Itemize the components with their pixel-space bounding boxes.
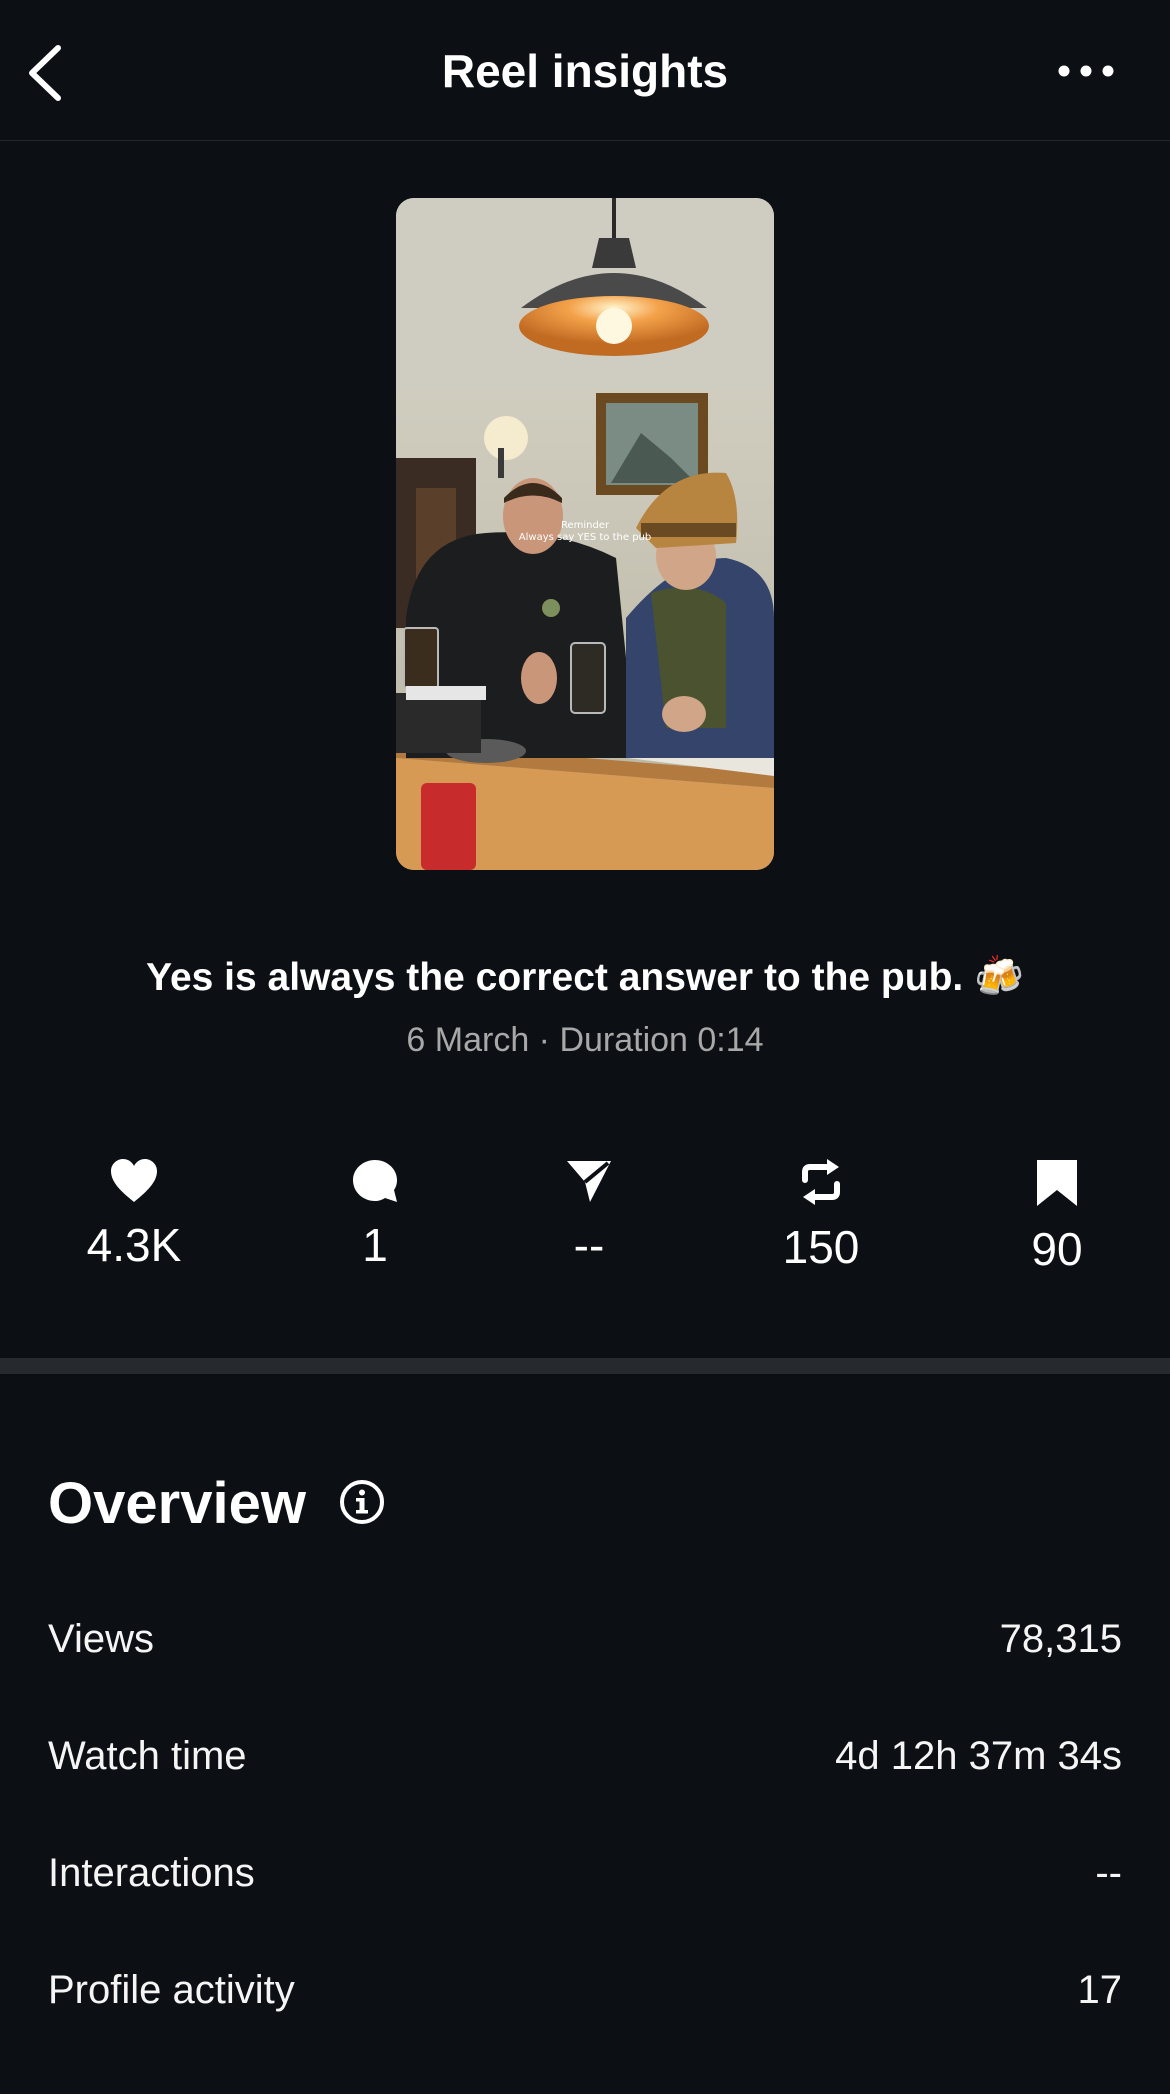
row-label: Watch time xyxy=(48,1734,247,1778)
shares-stat: -- xyxy=(509,1158,669,1272)
likes-stat: 4.3K xyxy=(54,1158,214,1272)
comments-count: 1 xyxy=(362,1219,388,1271)
overview-heading: Overview xyxy=(48,1471,306,1536)
row-value: 4d 12h 37m 34s xyxy=(835,1734,1122,1778)
send-icon xyxy=(567,1161,611,1202)
overview-row-profile-activity[interactable]: Profile activity 17 xyxy=(48,1968,1122,2028)
likes-count: 4.3K xyxy=(86,1219,182,1271)
beer-mugs-emoji: 🍻 xyxy=(974,954,1024,1000)
page-title: Reel insights xyxy=(441,45,729,97)
top-bar: Reel insights xyxy=(0,0,1170,141)
reel-overlay-text: Reminder Always say YES to the pub xyxy=(518,520,652,543)
comment-icon xyxy=(353,1160,397,1202)
caption-text: Yes is always the correct answer to the … xyxy=(146,956,964,999)
shares-count: -- xyxy=(573,1219,605,1271)
row-label: Interactions xyxy=(48,1851,255,1895)
reel-caption: Yes is always the correct answer to the … xyxy=(0,953,1170,1000)
comments-stat: 1 xyxy=(295,1158,455,1272)
reposts-stat: 150 xyxy=(741,1158,901,1274)
overview-row-views[interactable]: Views 78,315 xyxy=(48,1617,1122,1677)
row-label: Profile activity xyxy=(48,1968,295,2012)
row-value: 78,315 xyxy=(999,1617,1122,1661)
more-horizontal-icon xyxy=(1058,65,1114,77)
saves-count: 90 xyxy=(1031,1223,1083,1275)
bookmark-icon xyxy=(1037,1160,1077,1206)
row-label: Views xyxy=(48,1617,154,1661)
reel-meta: 6 March · Duration 0:14 xyxy=(406,1021,764,1059)
section-divider xyxy=(0,1358,1170,1374)
info-icon xyxy=(340,1480,384,1524)
overview-info-button[interactable] xyxy=(338,1478,386,1526)
repost-icon xyxy=(802,1159,840,1205)
overview-row-watch-time[interactable]: Watch time 4d 12h 37m 34s xyxy=(48,1734,1122,1794)
reposts-count: 150 xyxy=(782,1221,860,1273)
overview-row-interactions[interactable]: Interactions -- xyxy=(48,1851,1122,1911)
more-options-button[interactable] xyxy=(1054,60,1118,82)
row-value: -- xyxy=(1095,1851,1122,1895)
heart-icon xyxy=(111,1159,157,1202)
reel-thumbnail[interactable]: Reminder Always say YES to the pub xyxy=(396,198,774,870)
row-value: 17 xyxy=(1077,1968,1123,2012)
saves-stat: 90 xyxy=(977,1158,1137,1276)
